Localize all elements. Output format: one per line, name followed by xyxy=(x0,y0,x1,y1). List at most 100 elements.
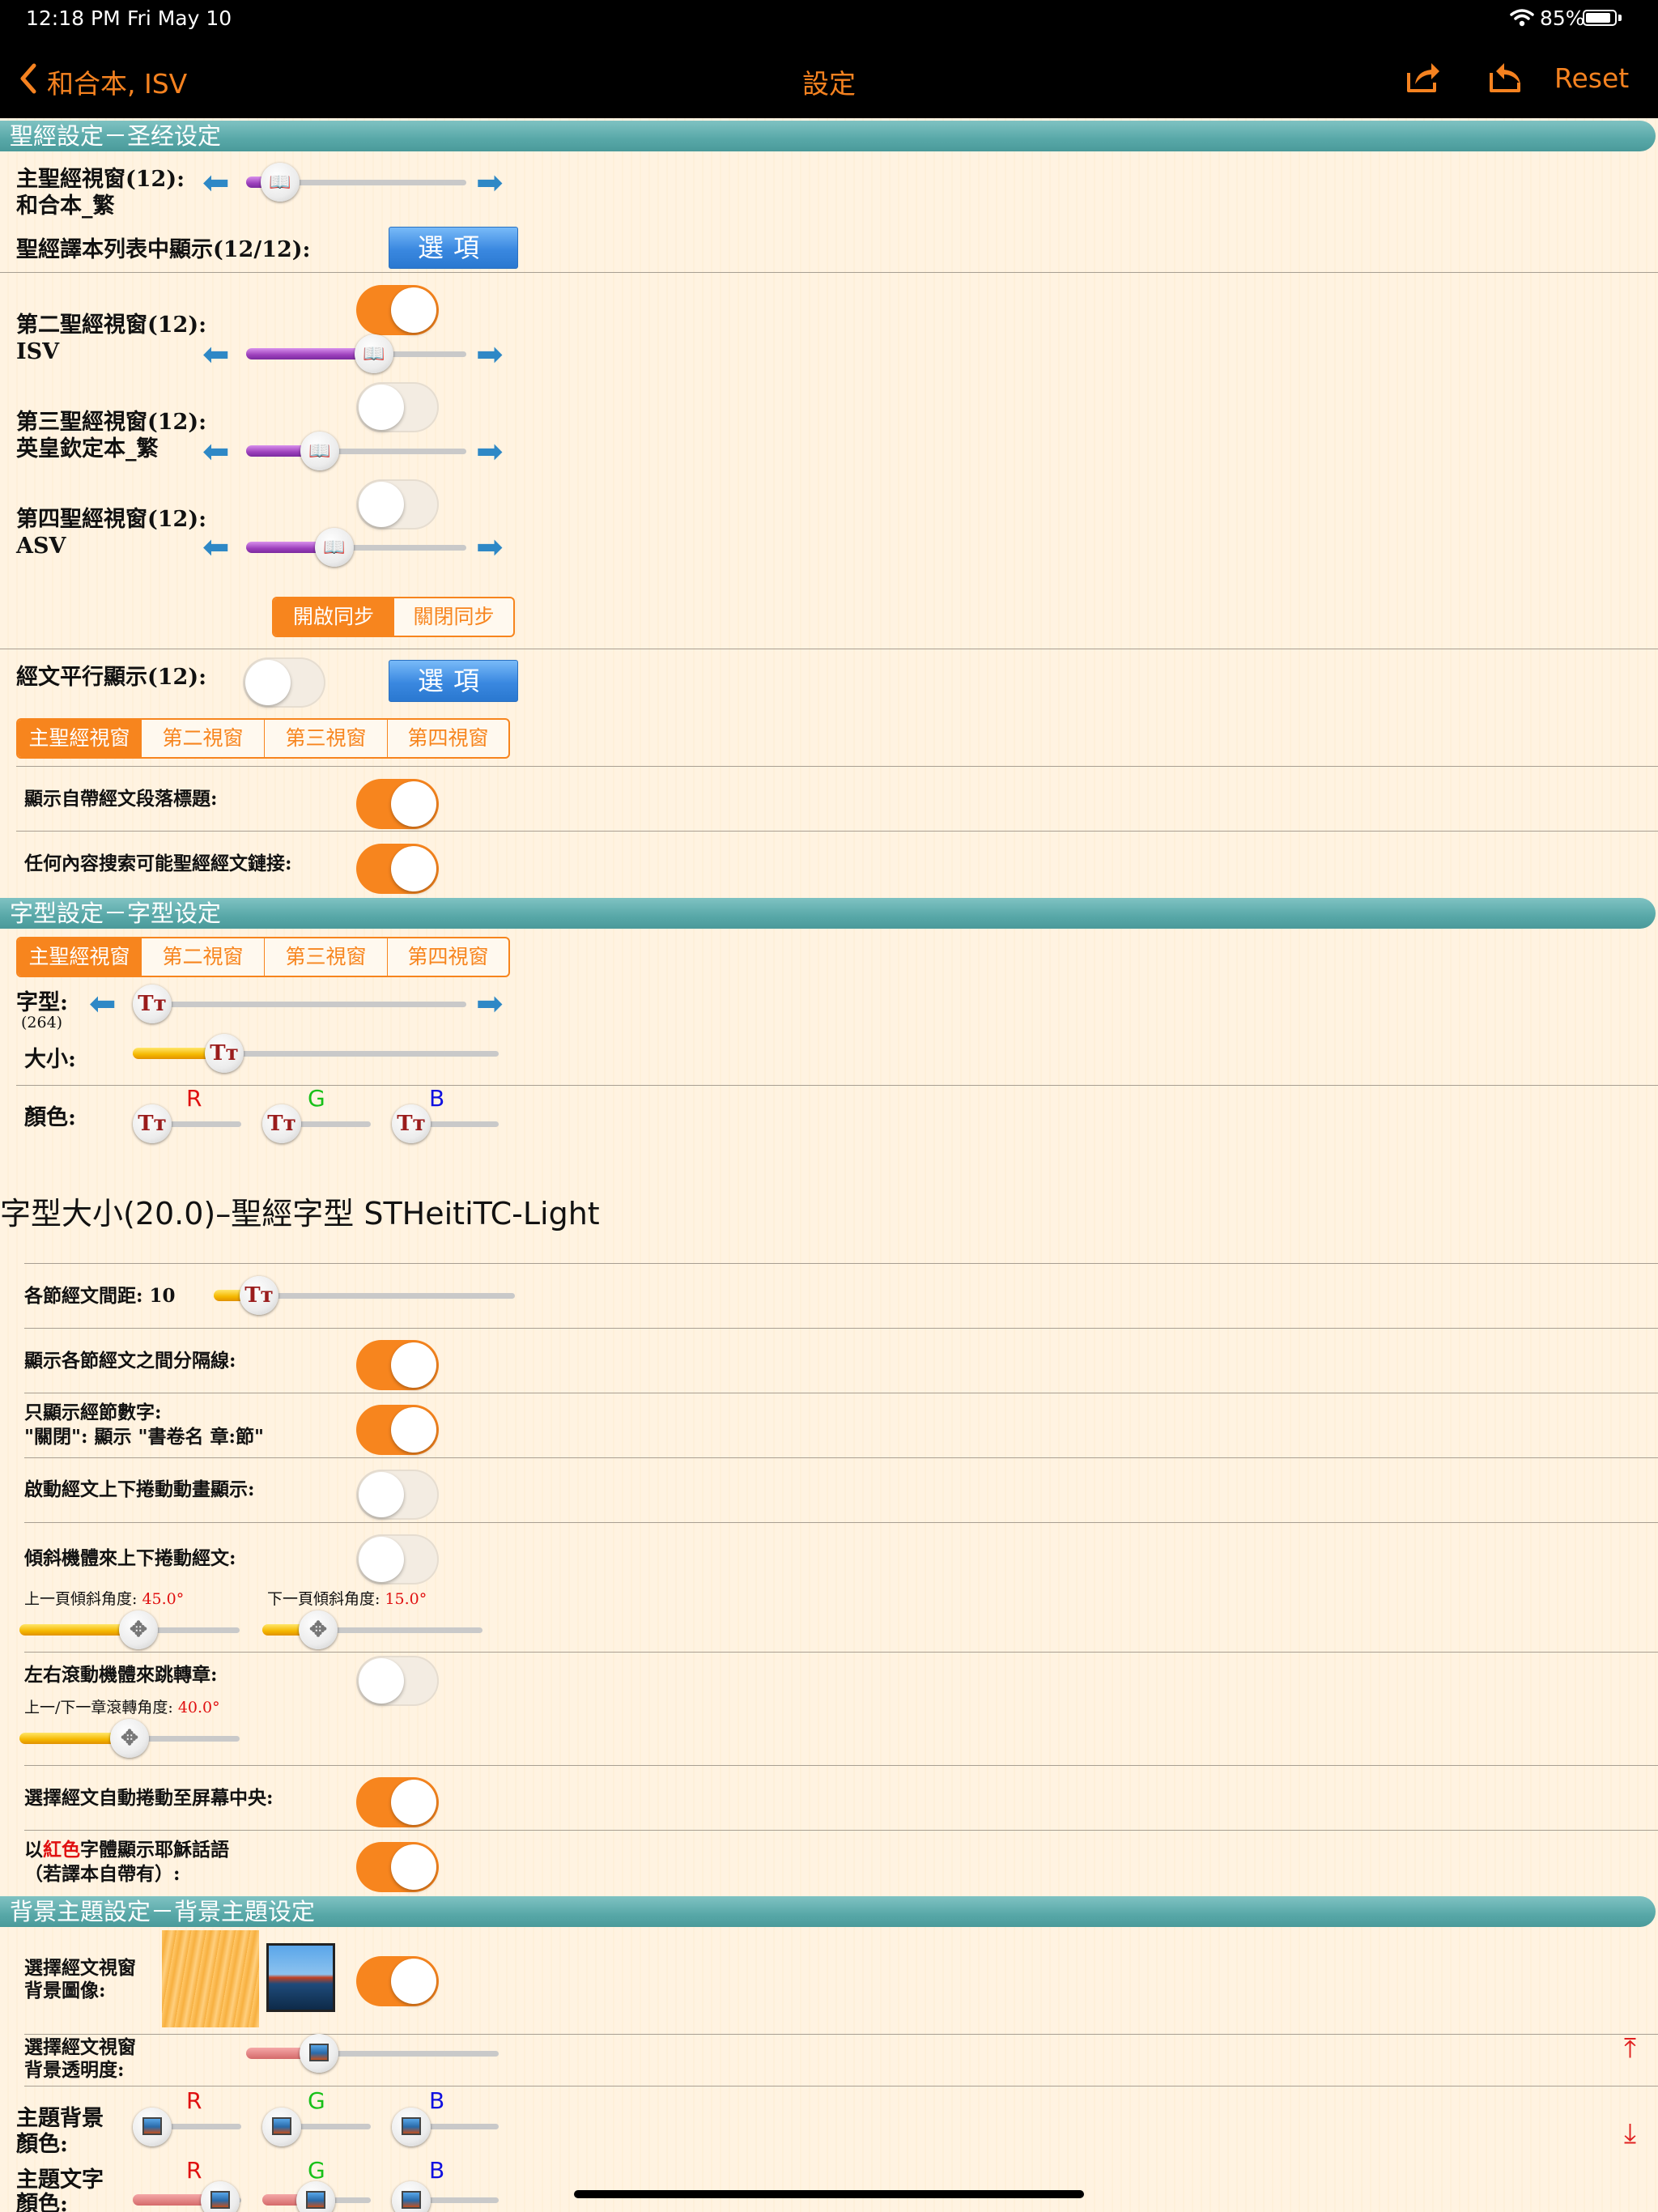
third-window-version: 英皇欽定本_繁 xyxy=(16,436,159,462)
green-channel-label: G xyxy=(308,1085,325,1112)
show-headings-toggle[interactable] xyxy=(356,779,439,829)
third-window-slider-thumb[interactable]: 📖 xyxy=(300,432,339,470)
scroll-bottom-icon[interactable]: ⤓ xyxy=(1624,2117,1636,2150)
main-window-slider-thumb[interactable]: 📖 xyxy=(261,163,300,202)
next-tilt-slider-thumb[interactable]: ✥ xyxy=(299,1610,338,1649)
arrow-left-icon[interactable]: ⬅ xyxy=(202,338,230,371)
tilt-icon: ✥ xyxy=(121,1726,138,1750)
bg-alpha-label: 選擇經文視窗 xyxy=(24,2036,136,2058)
font-icon: Tт xyxy=(210,1041,239,1066)
reset-button[interactable]: Reset xyxy=(1554,62,1629,94)
third-window-toggle[interactable] xyxy=(356,382,439,432)
bg-alpha-slider-thumb[interactable] xyxy=(300,2034,338,2073)
tab-third-window[interactable]: 第三視窗 xyxy=(264,720,387,757)
photo-icon xyxy=(142,2117,162,2135)
next-tilt-label: 下一頁傾斜角度: 15.0° xyxy=(267,1585,427,1613)
verse-spacing-slider-thumb[interactable]: Tт xyxy=(240,1276,278,1315)
divider xyxy=(24,2034,1658,2035)
font-icon: Tт xyxy=(138,992,167,1016)
arrow-left-icon[interactable]: ⬅ xyxy=(202,531,230,564)
roll-chapter-label: 左右滾動機體來跳轉章: xyxy=(24,1664,218,1686)
font-size-slider-thumb[interactable]: Tт xyxy=(205,1034,244,1073)
arrow-left-icon[interactable]: ⬅ xyxy=(202,167,230,199)
tilt-scroll-toggle[interactable] xyxy=(356,1534,439,1585)
font-face-slider-thumb[interactable]: Tт xyxy=(133,985,172,1023)
tab-fourth-window[interactable]: 第四視窗 xyxy=(387,720,508,757)
divider xyxy=(24,1830,1658,1831)
tab-second-window[interactable]: 第二視窗 xyxy=(141,720,264,757)
prev-tilt-slider-thumb[interactable]: ✥ xyxy=(119,1610,158,1649)
roll-angle-slider-thumb[interactable]: ✥ xyxy=(110,1719,149,1758)
font-face-slider-track[interactable] xyxy=(133,1002,466,1007)
arrow-right-icon[interactable]: ➡ xyxy=(476,988,504,1020)
roll-chapter-toggle[interactable] xyxy=(356,1656,439,1706)
version-options-button[interactable]: 選項 xyxy=(389,227,518,269)
section-header-bible: 聖經設定－圣经设定 xyxy=(0,121,1656,151)
fourth-window-toggle[interactable] xyxy=(356,479,439,530)
verse-number-only-hint: "關閉": 顯示 "書卷名 章:節" xyxy=(24,1426,264,1448)
parallel-display-toggle[interactable] xyxy=(243,657,325,708)
import-icon[interactable] xyxy=(1488,60,1525,94)
theme-bg-blue-slider-thumb[interactable] xyxy=(392,2108,431,2146)
sync-on-segment[interactable]: 開啟同步 xyxy=(274,598,393,636)
next-tilt-text: 下一頁傾斜角度: xyxy=(267,1590,385,1608)
font-green-slider-thumb[interactable]: Tт xyxy=(262,1104,301,1143)
scroll-animation-toggle[interactable] xyxy=(356,1470,439,1520)
roll-angle-value: 40.0° xyxy=(177,1699,220,1716)
second-window-slider-thumb[interactable]: 📖 xyxy=(355,334,393,373)
arrow-left-icon[interactable]: ⬅ xyxy=(202,436,230,468)
photo-icon xyxy=(210,2191,230,2209)
home-indicator[interactable] xyxy=(574,2190,1084,2198)
theme-bg-green-slider-thumb[interactable] xyxy=(262,2108,301,2146)
toggle-knob xyxy=(391,1959,436,2004)
font-face-label: 字型: xyxy=(16,990,68,1015)
auto-center-toggle[interactable] xyxy=(356,1777,439,1827)
bg-image-toggle[interactable] xyxy=(356,1956,439,2006)
tab-second-window[interactable]: 第二視窗 xyxy=(141,938,264,976)
divider xyxy=(24,1765,1658,1766)
font-icon: Tт xyxy=(244,1283,274,1308)
tab-third-window[interactable]: 第三視窗 xyxy=(264,938,387,976)
arrow-right-icon[interactable]: ➡ xyxy=(476,531,504,564)
arrow-right-icon[interactable]: ➡ xyxy=(476,167,504,199)
theme-bg-label-2: 顏色: xyxy=(16,2132,68,2157)
verse-number-only-toggle[interactable] xyxy=(356,1405,439,1455)
wood-background-swatch[interactable] xyxy=(162,1930,259,2027)
red-letter-toggle[interactable] xyxy=(356,1842,439,1892)
photo-background-swatch[interactable] xyxy=(266,1943,335,2012)
theme-bg-red-slider-thumb[interactable] xyxy=(133,2108,172,2146)
search-links-toggle[interactable] xyxy=(356,844,439,894)
prev-tilt-value: 45.0° xyxy=(142,1590,185,1608)
fourth-window-slider-thumb[interactable]: 📖 xyxy=(315,528,354,567)
blue-channel-label: B xyxy=(429,1085,445,1112)
status-date: Fri May 10 xyxy=(127,6,232,30)
scroll-top-icon[interactable]: ⤒ xyxy=(1624,2032,1636,2065)
red-channel-label: R xyxy=(186,1085,202,1112)
theme-text-label: 主題文字 xyxy=(16,2167,104,2193)
arrow-right-icon[interactable]: ➡ xyxy=(476,436,504,468)
photo-icon xyxy=(402,2191,421,2209)
toggle-knob xyxy=(391,1407,436,1453)
parallel-options-button[interactable]: 選項 xyxy=(389,660,518,702)
fourth-window-version: ASV xyxy=(16,534,66,559)
tab-main-window[interactable]: 主聖經視窗 xyxy=(18,720,141,757)
bg-image-label-2: 背景圖像: xyxy=(24,1980,106,2001)
toggle-knob xyxy=(359,1658,404,1704)
sync-off-segment[interactable]: 關閉同步 xyxy=(393,598,513,636)
arrow-right-icon[interactable]: ➡ xyxy=(476,338,504,371)
tab-main-window[interactable]: 主聖經視窗 xyxy=(18,938,141,976)
red-letter-highlight: 紅色 xyxy=(43,1839,80,1861)
arrow-left-icon[interactable]: ⬅ xyxy=(89,988,117,1020)
font-red-slider-thumb[interactable]: Tт xyxy=(133,1104,172,1143)
top-bar: 12:18 PM Fri May 10 85% 和合本, ISV 設定 Rese… xyxy=(0,0,1658,118)
tab-fourth-window[interactable]: 第四視窗 xyxy=(387,938,508,976)
toggle-knob xyxy=(359,1472,404,1517)
font-blue-slider-thumb[interactable]: Tт xyxy=(392,1104,431,1143)
share-icon[interactable] xyxy=(1405,60,1441,94)
status-time: 12:18 PM xyxy=(26,6,121,30)
divider xyxy=(24,2086,1658,2087)
show-separator-toggle[interactable] xyxy=(356,1340,439,1390)
red-letter-prefix: 以 xyxy=(24,1839,43,1861)
second-window-toggle[interactable] xyxy=(356,285,439,335)
auto-center-label: 選擇經文自動捲動至屏幕中央: xyxy=(24,1787,274,1809)
